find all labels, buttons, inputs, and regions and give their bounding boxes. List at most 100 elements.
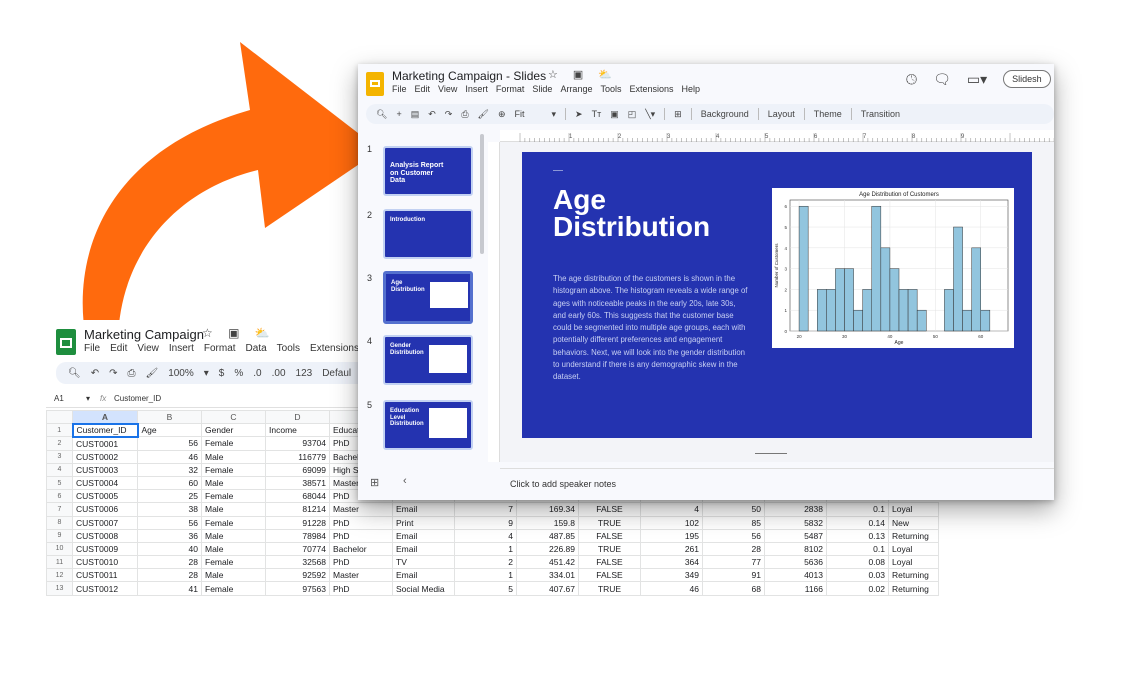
table-cell[interactable]: CUST0003 bbox=[72, 462, 138, 477]
table-cell[interactable]: 451.42 bbox=[516, 555, 579, 570]
table-cell[interactable]: 2838 bbox=[764, 502, 827, 517]
select-all-corner[interactable] bbox=[46, 409, 73, 425]
table-cell[interactable]: 0.13 bbox=[826, 528, 889, 543]
table-cell[interactable]: CUST0007 bbox=[72, 515, 138, 530]
table-cell[interactable]: Income bbox=[265, 423, 330, 438]
comments-icon[interactable]: 🗨︎ bbox=[933, 71, 951, 88]
comment-add-icon[interactable]: ⊞ bbox=[674, 109, 682, 120]
table-cell[interactable]: 56 bbox=[137, 436, 202, 451]
slide-title[interactable]: Age Distribution bbox=[553, 186, 710, 241]
menu-format[interactable]: Format bbox=[204, 343, 236, 354]
table-cell[interactable]: 1 bbox=[454, 541, 517, 557]
table-cell[interactable]: TV bbox=[392, 555, 455, 570]
table-cell[interactable]: 40 bbox=[137, 541, 202, 557]
menu-tools[interactable]: Tools bbox=[277, 343, 300, 354]
slide-body-text[interactable]: The age distribution of the customers is… bbox=[553, 273, 749, 384]
table-cell[interactable]: CUST0010 bbox=[72, 555, 138, 570]
table-cell[interactable]: 169.34 bbox=[516, 502, 579, 517]
table-cell[interactable]: FALSE bbox=[578, 568, 641, 583]
table-cell[interactable]: 41 bbox=[137, 581, 202, 596]
grid-view-icon[interactable]: ⊞ bbox=[370, 476, 379, 489]
table-cell[interactable]: 102 bbox=[640, 515, 703, 530]
table-cell[interactable]: 28 bbox=[137, 568, 202, 583]
menu-tools[interactable]: Tools bbox=[600, 84, 621, 94]
table-cell[interactable]: TRUE bbox=[578, 541, 641, 557]
table-cell[interactable]: Female bbox=[201, 515, 266, 530]
column-header[interactable]: B bbox=[137, 409, 202, 425]
table-cell[interactable]: 364 bbox=[640, 555, 703, 570]
table-cell[interactable]: Print bbox=[392, 515, 455, 530]
table-cell[interactable]: Male bbox=[201, 475, 266, 491]
redo-icon[interactable]: ↷ bbox=[445, 109, 453, 120]
zoom-select[interactable]: 100% bbox=[168, 368, 194, 379]
collapse-panel-icon[interactable]: ‹ bbox=[403, 475, 407, 487]
table-cell[interactable]: Male bbox=[201, 449, 266, 464]
row-header[interactable]: 5 bbox=[46, 475, 73, 491]
current-slide[interactable]: Age Distribution The age distribution of… bbox=[522, 152, 1032, 438]
table-cell[interactable]: 68044 bbox=[265, 489, 330, 504]
table-cell[interactable]: Email bbox=[392, 568, 455, 583]
table-cell[interactable]: 93704 bbox=[265, 436, 330, 451]
name-box[interactable]: A1 bbox=[46, 394, 86, 403]
row-header[interactable]: 7 bbox=[46, 502, 73, 517]
table-cell[interactable]: 25 bbox=[137, 489, 202, 504]
table-cell[interactable]: 77 bbox=[702, 555, 765, 570]
slides-title-icons[interactable]: ☆ ▣ ⛅ bbox=[548, 68, 618, 81]
table-cell[interactable]: 50 bbox=[702, 502, 765, 517]
number-format-button[interactable]: 123 bbox=[296, 368, 313, 379]
add-icon[interactable]: + bbox=[396, 109, 401, 119]
column-header[interactable]: D bbox=[265, 409, 330, 425]
table-cell[interactable]: TRUE bbox=[578, 515, 641, 530]
menu-extensions[interactable]: Extensions bbox=[629, 84, 673, 94]
table-cell[interactable]: Email bbox=[392, 502, 455, 517]
table-cell[interactable]: 5487 bbox=[764, 528, 827, 543]
menu-data[interactable]: Data bbox=[246, 343, 267, 354]
increase-decimal-button[interactable]: .00 bbox=[272, 368, 286, 379]
table-cell[interactable]: 0.14 bbox=[826, 515, 889, 530]
table-cell[interactable]: PhD bbox=[329, 555, 393, 570]
table-cell[interactable]: 38571 bbox=[265, 475, 330, 491]
table-cell[interactable]: TRUE bbox=[578, 581, 641, 596]
notes-resize-handle[interactable] bbox=[755, 453, 787, 454]
new-slide-icon[interactable]: ▤ bbox=[411, 109, 420, 120]
table-cell[interactable]: PhD bbox=[329, 515, 393, 530]
table-cell[interactable]: 70774 bbox=[265, 541, 330, 557]
text-box-icon[interactable]: Tт bbox=[592, 109, 602, 119]
table-cell[interactable]: 334.01 bbox=[516, 568, 579, 583]
select-cursor-icon[interactable]: ➤ bbox=[575, 109, 583, 120]
menu-arrange[interactable]: Arrange bbox=[560, 84, 592, 94]
menu-edit[interactable]: Edit bbox=[110, 343, 127, 354]
menu-file[interactable]: File bbox=[84, 343, 100, 354]
table-cell[interactable]: Male bbox=[201, 528, 266, 543]
table-cell[interactable]: CUST0008 bbox=[72, 528, 138, 543]
row-header[interactable]: 11 bbox=[46, 555, 73, 570]
table-cell[interactable]: FALSE bbox=[578, 502, 641, 517]
table-cell[interactable]: 4 bbox=[454, 528, 517, 543]
histogram-chart-image[interactable]: 0 1 2 3 4 5 6 20 30 40 50 60 Age Distribution of Cus… bbox=[772, 188, 1014, 348]
table-cell[interactable]: Master bbox=[329, 502, 393, 517]
table-cell[interactable]: Returning bbox=[888, 528, 939, 543]
layout-button[interactable]: Layout bbox=[768, 109, 795, 119]
table-cell[interactable]: 69099 bbox=[265, 462, 330, 477]
shape-icon[interactable]: ◰ bbox=[628, 109, 637, 120]
table-cell[interactable]: 97563 bbox=[265, 581, 330, 596]
table-cell[interactable]: 407.67 bbox=[516, 581, 579, 596]
table-cell[interactable]: New bbox=[888, 515, 939, 530]
paint-format-icon[interactable]: 🖌︎ bbox=[145, 368, 158, 379]
table-cell[interactable]: Female bbox=[201, 436, 266, 451]
table-cell[interactable]: 0.1 bbox=[826, 502, 889, 517]
table-cell[interactable]: 7 bbox=[454, 502, 517, 517]
table-cell[interactable]: 78984 bbox=[265, 528, 330, 543]
speaker-notes[interactable]: Click to add speaker notes bbox=[500, 468, 1054, 500]
undo-icon[interactable]: ↶ bbox=[428, 109, 436, 120]
sheets-title-icons[interactable]: ☆ ▣ ⛅ bbox=[202, 326, 276, 340]
table-cell[interactable]: 116779 bbox=[265, 449, 330, 464]
table-cell[interactable]: CUST0001 bbox=[72, 436, 138, 451]
table-cell[interactable]: Bachelor bbox=[329, 541, 393, 557]
table-cell[interactable]: 5 bbox=[454, 581, 517, 596]
table-cell[interactable]: 5832 bbox=[764, 515, 827, 530]
table-cell[interactable]: CUST0002 bbox=[72, 449, 138, 464]
table-cell[interactable]: 5636 bbox=[764, 555, 827, 570]
table-cell[interactable]: Loyal bbox=[888, 555, 939, 570]
zoom-icon[interactable]: ⊕ bbox=[498, 109, 506, 120]
